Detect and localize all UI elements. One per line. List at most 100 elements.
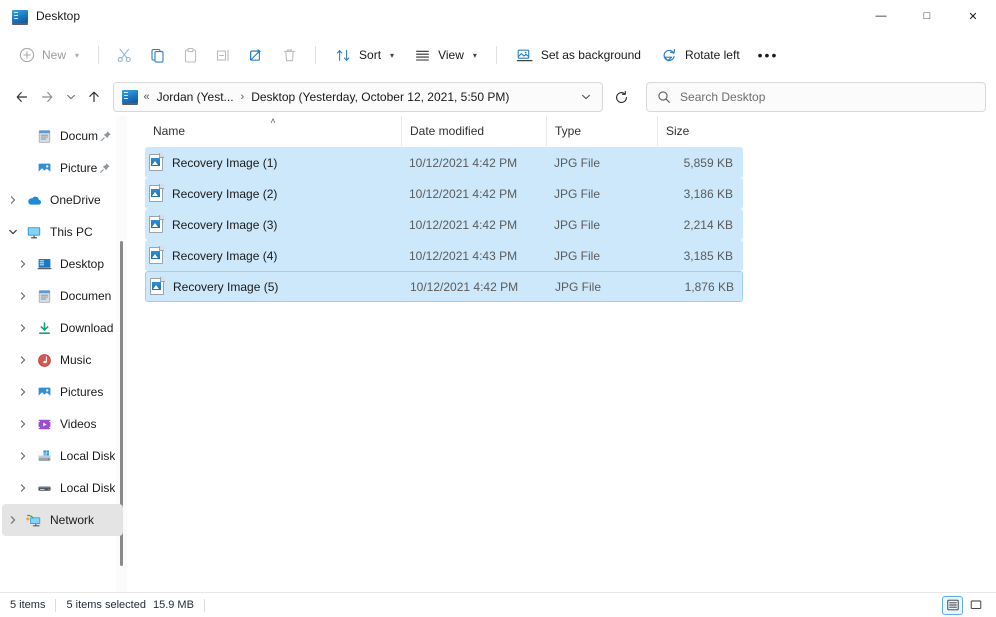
forward-button[interactable] — [36, 82, 60, 112]
scissors-icon — [116, 47, 133, 64]
minimize-button[interactable]: — — [858, 0, 904, 32]
maximize-button[interactable]: □ — [904, 0, 950, 32]
chevron-right-icon[interactable] — [12, 451, 34, 461]
copy-button[interactable] — [142, 39, 173, 71]
sidebar-item-label: Documen — [60, 289, 111, 303]
sidebar-item-desktop[interactable]: Desktop — [2, 248, 123, 280]
new-button[interactable]: New ▾ — [10, 39, 88, 71]
set-as-background-button[interactable]: Set as background — [507, 39, 650, 71]
cut-button[interactable] — [109, 39, 140, 71]
sidebar-item-label: Docum — [60, 129, 98, 143]
sidebar-item-documents[interactable]: Documen — [2, 280, 123, 312]
file-type: JPG File — [546, 249, 657, 263]
sort-button[interactable]: Sort ▾ — [326, 39, 403, 71]
address-bar[interactable]: « Jordan (Yest... › Desktop (Yesterday, … — [113, 82, 603, 112]
file-size: 2,214 KB — [657, 218, 737, 232]
videos-icon — [34, 417, 54, 432]
refresh-button[interactable] — [609, 82, 633, 112]
navigation-pane: Docum Picture — [0, 116, 131, 592]
recent-locations-button[interactable] — [61, 82, 80, 112]
column-header-type[interactable]: Type — [546, 116, 657, 146]
view-button[interactable]: View ▾ — [405, 39, 486, 71]
chevron-right-icon[interactable] — [12, 355, 34, 365]
column-header-label: Name — [153, 124, 185, 138]
chevron-down-icon[interactable] — [2, 227, 24, 237]
address-dropdown-button[interactable] — [574, 85, 598, 109]
sidebar-item-downloads[interactable]: Download — [2, 312, 123, 344]
share-button[interactable] — [241, 39, 272, 71]
thispc-icon — [24, 225, 44, 240]
close-button[interactable]: ✕ — [950, 0, 996, 32]
sidebar-item-local-disk-c[interactable]: Local Disk — [2, 440, 123, 472]
set-background-icon — [516, 47, 534, 64]
file-size: 3,185 KB — [657, 249, 737, 263]
sidebar-item-local-disk-d[interactable]: Local Disk — [2, 472, 123, 504]
table-row[interactable]: Recovery Image (2) 10/12/2021 4:42 PM JP… — [145, 178, 743, 209]
chevron-right-icon[interactable] — [12, 259, 34, 269]
more-options-button[interactable]: ••• — [751, 39, 786, 71]
sidebar-item-label: Local Disk — [60, 481, 115, 495]
column-header-date-modified[interactable]: Date modified — [401, 116, 546, 146]
documents-icon — [34, 129, 54, 144]
sidebar-item-pictures[interactable]: Pictures — [2, 376, 123, 408]
chevron-right-icon[interactable] — [2, 195, 24, 205]
view-button-label: View — [438, 48, 464, 62]
ellipsis-icon: ••• — [758, 50, 779, 60]
rotate-left-button[interactable]: Rotate left — [652, 39, 749, 71]
column-header-name[interactable]: ˄ Name — [145, 116, 401, 146]
file-type: JPG File — [546, 218, 657, 232]
search-input[interactable] — [680, 90, 975, 104]
file-name-cell: Recovery Image (2) — [145, 185, 401, 202]
sidebar-item-music[interactable]: Music — [2, 344, 123, 376]
chevron-right-icon[interactable] — [2, 515, 24, 525]
file-date: 10/12/2021 4:42 PM — [402, 280, 547, 294]
downloads-icon — [34, 321, 54, 336]
up-button[interactable] — [82, 82, 106, 112]
file-type: JPG File — [546, 187, 657, 201]
file-type: JPG File — [547, 280, 658, 294]
pictures-icon — [34, 385, 54, 400]
sidebar-item-onedrive[interactable]: OneDrive — [2, 184, 123, 216]
file-name-cell: Recovery Image (4) — [145, 247, 401, 264]
sidebar-item-videos[interactable]: Videos — [2, 408, 123, 440]
title-bar: Desktop — □ ✕ — [0, 0, 996, 32]
sidebar-item-label: Local Disk — [60, 449, 115, 463]
table-row[interactable]: Recovery Image (4) 10/12/2021 4:43 PM JP… — [145, 240, 743, 271]
address-desktop-icon — [122, 90, 138, 103]
sidebar-item-this-pc[interactable]: This PC — [2, 216, 123, 248]
chevron-right-icon[interactable] — [12, 419, 34, 429]
large-icons-view-button[interactable] — [965, 596, 986, 615]
rename-button[interactable] — [208, 39, 239, 71]
table-row[interactable]: Recovery Image (1) 10/12/2021 4:42 PM JP… — [145, 147, 743, 178]
chevron-down-icon: ▾ — [473, 51, 477, 60]
file-name: Recovery Image (2) — [172, 187, 277, 201]
details-view-button[interactable] — [942, 596, 963, 615]
sidebar-item-pictures-pinned[interactable]: Picture — [2, 152, 123, 184]
toolbar-divider — [98, 46, 99, 64]
search-box[interactable] — [646, 82, 986, 112]
paste-icon — [182, 47, 199, 64]
chevron-right-icon[interactable] — [12, 387, 34, 397]
breadcrumb-overflow[interactable]: « — [143, 91, 149, 103]
status-divider-2 — [204, 599, 205, 612]
chevron-right-icon[interactable] — [12, 483, 34, 493]
table-row[interactable]: Recovery Image (3) 10/12/2021 4:42 PM JP… — [145, 209, 743, 240]
sidebar-item-documents-pinned[interactable]: Docum — [2, 120, 123, 152]
breadcrumb-item-0[interactable]: Jordan (Yest... — [155, 88, 236, 106]
paste-button[interactable] — [175, 39, 206, 71]
breadcrumb-item-1[interactable]: Desktop (Yesterday, October 12, 2021, 5:… — [249, 88, 511, 106]
chevron-right-icon[interactable] — [12, 291, 34, 301]
delete-button[interactable] — [274, 39, 305, 71]
table-row[interactable]: Recovery Image (5) 10/12/2021 4:42 PM JP… — [145, 271, 743, 302]
plus-circle-icon — [19, 47, 35, 63]
sidebar-item-label: Videos — [60, 417, 96, 431]
rotate-left-icon — [661, 47, 678, 64]
back-button[interactable] — [10, 82, 34, 112]
file-date: 10/12/2021 4:42 PM — [401, 187, 546, 201]
file-name: Recovery Image (1) — [172, 156, 277, 170]
column-header-size[interactable]: Size — [657, 116, 737, 146]
chevron-right-icon[interactable] — [12, 323, 34, 333]
sidebar-item-label: Pictures — [60, 385, 103, 399]
sidebar-item-network[interactable]: Network — [2, 504, 123, 536]
sidebar-item-label: This PC — [50, 225, 93, 239]
